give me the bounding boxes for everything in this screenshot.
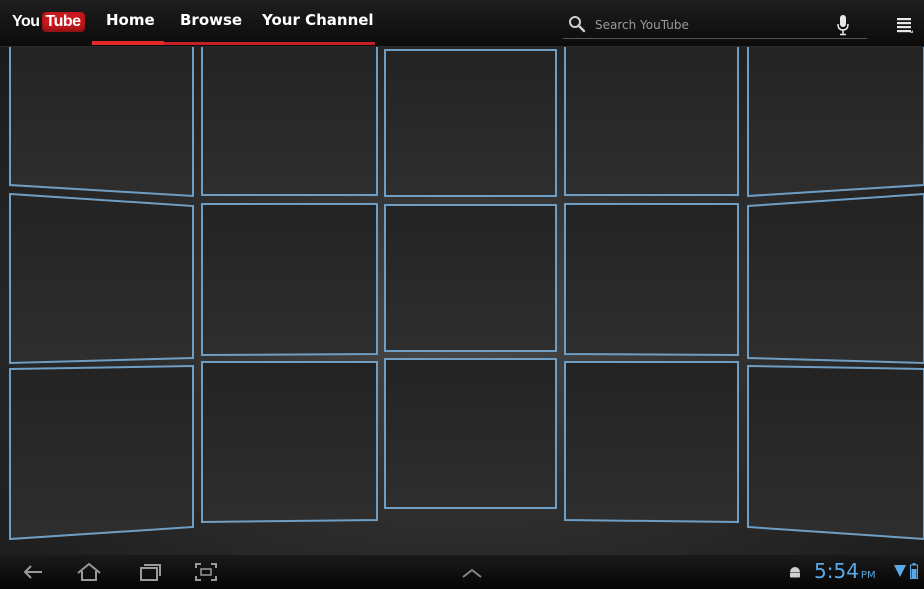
overflow-menu-icon[interactable] <box>896 16 914 34</box>
clock[interactable]: 5:54 PM <box>814 559 876 583</box>
clock-ampm: PM <box>860 570 876 581</box>
video-tile[interactable] <box>201 203 378 357</box>
video-tile[interactable] <box>201 46 378 196</box>
video-tile[interactable] <box>384 204 557 352</box>
magnifier-icon <box>569 16 586 33</box>
clock-time: 5:54 <box>814 559 859 583</box>
video-tile[interactable] <box>564 361 739 524</box>
video-tile[interactable] <box>384 49 557 197</box>
video-tile[interactable] <box>747 364 924 541</box>
video-tile[interactable] <box>564 46 739 196</box>
video-tile[interactable] <box>747 46 924 198</box>
back-arrow-icon[interactable] <box>20 561 46 583</box>
logo-you-text: You <box>12 13 40 30</box>
video-tile[interactable] <box>9 192 194 365</box>
tab-your-channel[interactable]: Your Channel <box>262 11 374 46</box>
video-tile[interactable] <box>9 364 194 541</box>
search-input[interactable] <box>593 14 837 36</box>
video-wall-grid <box>9 46 924 541</box>
video-tile[interactable] <box>201 361 378 524</box>
video-tile[interactable] <box>9 46 194 198</box>
search-box[interactable] <box>563 12 867 39</box>
chevron-up-icon[interactable] <box>459 561 485 583</box>
system-bar: 5:54 PM <box>0 555 924 589</box>
android-notification-icon[interactable] <box>788 565 802 579</box>
wifi-icon <box>894 565 906 577</box>
video-tile[interactable] <box>747 192 924 365</box>
video-tile[interactable] <box>564 203 739 357</box>
video-tile[interactable] <box>384 358 557 509</box>
action-bar: You Tube Home Browse Your Channel <box>0 0 924 47</box>
video-wall <box>0 46 924 555</box>
tab-browse[interactable]: Browse <box>180 11 242 46</box>
recent-apps-icon[interactable] <box>137 561 163 583</box>
tab-selected-indicator <box>92 41 164 45</box>
screenshot-icon[interactable] <box>193 561 219 583</box>
battery-icon <box>910 563 918 579</box>
youtube-logo[interactable]: You Tube <box>12 11 85 33</box>
home-icon[interactable] <box>76 561 102 583</box>
microphone-icon[interactable] <box>836 14 850 36</box>
logo-tube-text: Tube <box>41 12 85 32</box>
